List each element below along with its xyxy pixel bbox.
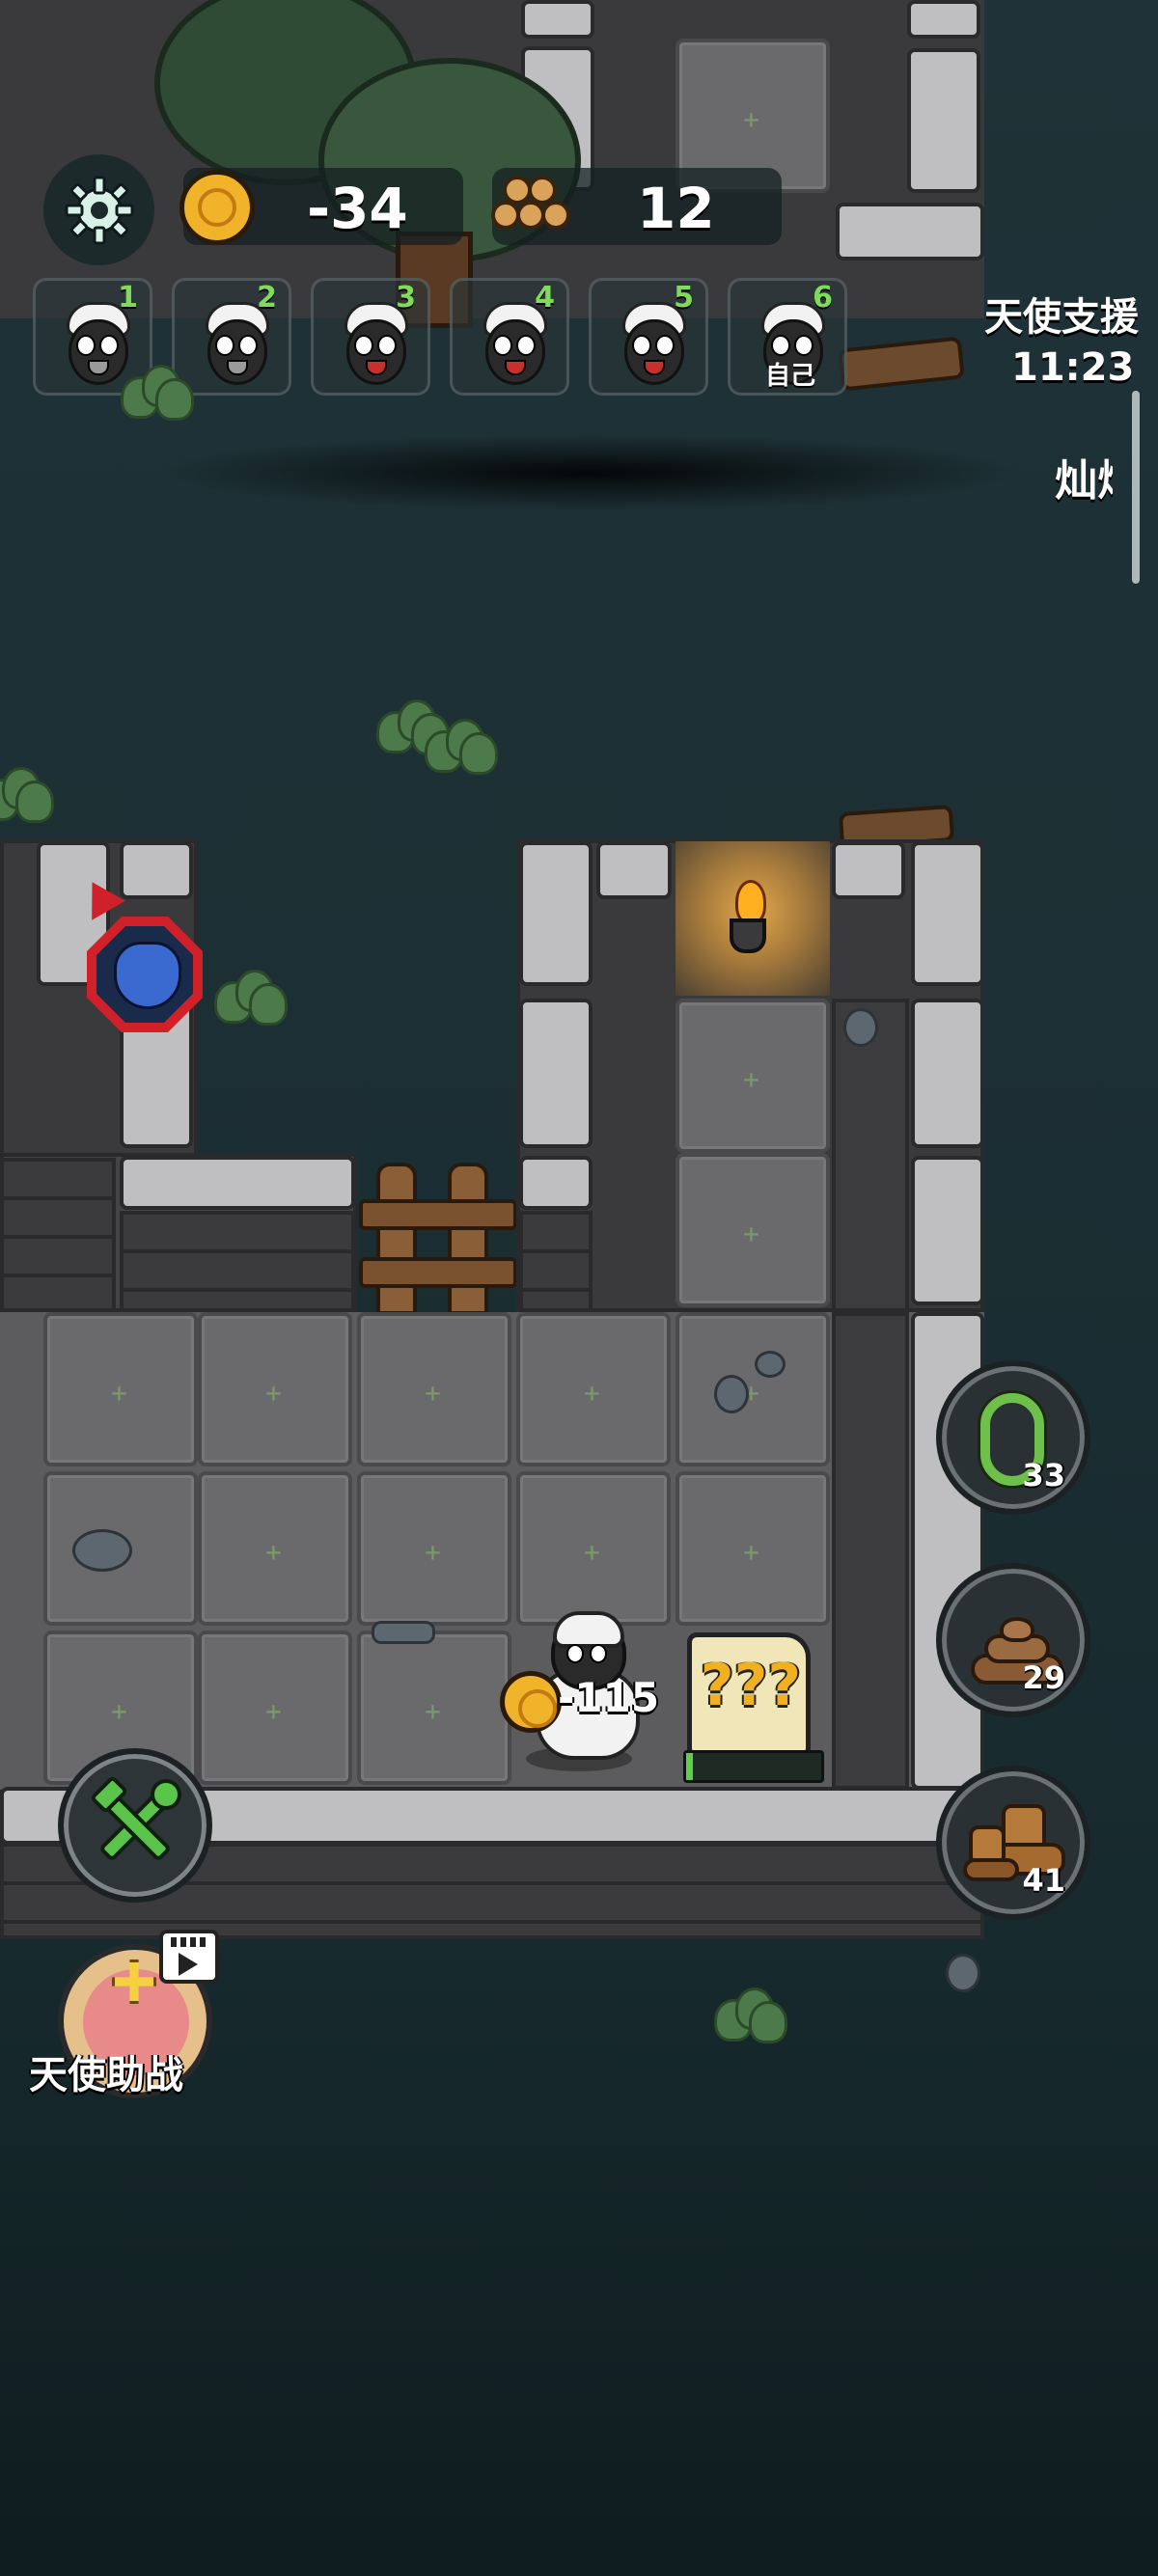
brick-wall (0, 1158, 116, 1312)
coin-change-popup: -115 (558, 1674, 660, 1721)
ability-count: 41 (1022, 1862, 1065, 1899)
floor-tile: + (676, 1312, 830, 1466)
sheep-avatar (615, 302, 686, 385)
player-card-6-self[interactable]: 6 自己 (728, 278, 847, 396)
angel-support-timer: 11:23 (1011, 345, 1135, 390)
question-marks: ??? (700, 1652, 802, 1719)
wall-block (832, 841, 905, 899)
ability-count: 33 (1022, 1457, 1065, 1494)
rock (372, 1621, 435, 1644)
wall-block (596, 841, 672, 899)
bush (121, 365, 194, 421)
scrollbar[interactable] (1132, 391, 1140, 584)
player-card-4[interactable]: 4 (450, 278, 569, 396)
bush (214, 970, 288, 1026)
wall (832, 999, 909, 1312)
wall-block (911, 999, 984, 1148)
floor-tile: + (676, 1471, 830, 1626)
video-ad-icon (159, 1930, 219, 1984)
angel-support-title: 天使支援 (984, 295, 1139, 340)
bush (0, 767, 54, 823)
floor-tile: + (198, 1471, 352, 1626)
brick-wall (120, 1211, 355, 1312)
mystery-progress-bar (683, 1750, 824, 1783)
floor-tile: + (357, 1471, 511, 1626)
gear-icon (65, 176, 134, 245)
player-card-2[interactable]: 2 (172, 278, 291, 396)
player-card-3[interactable]: 3 (311, 278, 430, 396)
rock (72, 1529, 132, 1572)
wolf-icon (114, 942, 181, 1009)
wall-block (907, 0, 980, 39)
rock (714, 1375, 749, 1413)
sheep-avatar (198, 302, 269, 385)
sheep-avatar (476, 302, 547, 385)
mystery-card[interactable]: ??? (683, 1632, 824, 1787)
wall-block (521, 0, 594, 39)
log-pile-icon (487, 166, 574, 243)
wrench-hammer-icon (91, 1777, 181, 1860)
bush (425, 719, 498, 775)
rock (946, 1954, 980, 1992)
floor-tile: + (676, 999, 830, 1153)
wall (832, 1312, 909, 1790)
settings-button[interactable] (43, 154, 154, 265)
wall-block (907, 48, 980, 193)
rock (843, 1008, 878, 1047)
brick-wall (519, 1211, 593, 1312)
floor-tile: + (676, 1153, 830, 1307)
wall-block (519, 999, 593, 1148)
sheep-avatar (337, 302, 408, 385)
floor-tile: + (357, 1312, 511, 1466)
fog-shadow (154, 434, 1023, 511)
floor-tile: + (198, 1312, 352, 1466)
build-button[interactable] (58, 1748, 212, 1903)
floor-tile: + (516, 1471, 671, 1626)
thorn-vine-ability-button[interactable]: 33 (936, 1360, 1090, 1515)
player-card-5[interactable]: 5 (589, 278, 708, 396)
gold-coin-icon (179, 170, 255, 245)
floor-tile: + (43, 1312, 198, 1466)
floor-tile: + (357, 1631, 511, 1785)
wall-block (519, 841, 593, 986)
side-panel-text: 灿烂 (1055, 456, 1113, 506)
sheep-avatar (59, 302, 130, 385)
gold-coin-icon (500, 1671, 562, 1733)
floor-tile: + (516, 1312, 671, 1466)
floor-tile: + (198, 1631, 352, 1785)
wall-block (519, 1156, 593, 1210)
wood-value: 12 (637, 176, 715, 241)
wall-block (911, 841, 984, 986)
poop-ability-button[interactable]: 29 (936, 1563, 1090, 1717)
log (838, 336, 965, 392)
ability-count: 29 (1022, 1659, 1065, 1696)
wall-block (836, 203, 984, 260)
coin-value: -34 (307, 176, 408, 241)
wolf-enemy-marker[interactable] (75, 872, 203, 1032)
wall-block (911, 1156, 984, 1305)
self-label: 自己 (764, 362, 815, 391)
bush (714, 1987, 787, 2043)
wall-block (120, 841, 193, 899)
mystery-progress-fill (686, 1753, 693, 1780)
angel-help-label: 天使助战 (29, 2053, 183, 2097)
boots-ability-button[interactable]: 41 (936, 1766, 1090, 1920)
torch-icon (726, 880, 770, 967)
rock (755, 1351, 786, 1378)
wall-block (120, 1156, 355, 1210)
wooden-fence-gate[interactable] (359, 1153, 517, 1315)
